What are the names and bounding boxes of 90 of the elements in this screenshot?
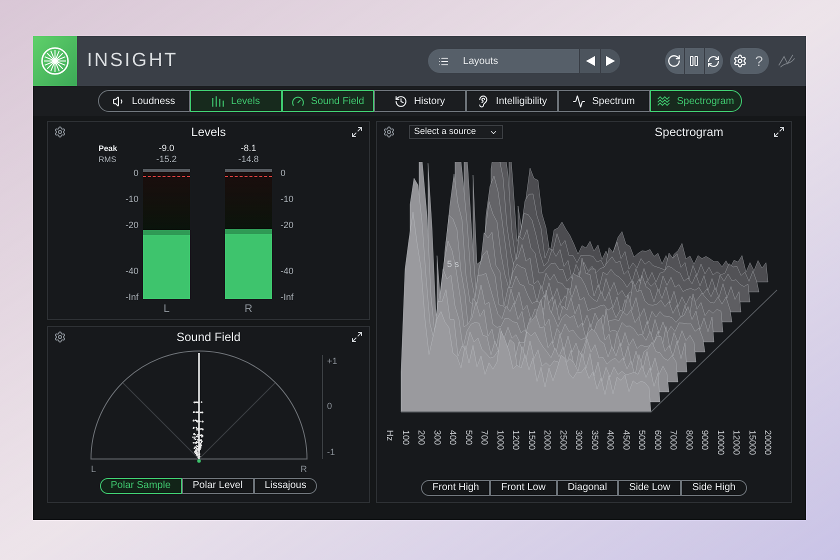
frequency-label: 700 <box>480 430 490 448</box>
frequency-label: 8000 <box>684 430 694 452</box>
scale-label: 0 <box>327 400 334 414</box>
view-mode-button[interactable]: Polar Level <box>182 478 254 494</box>
panel-title: Sound Field <box>175 329 242 346</box>
settings-icon[interactable] <box>54 331 66 343</box>
frequency-label: 20000 <box>763 430 773 458</box>
view-mode-button[interactable]: Lissajous <box>254 478 318 494</box>
rms-value: -15.2 <box>156 154 177 165</box>
frequency-label: 1000 <box>495 430 506 452</box>
view-mode-button[interactable]: Side Low <box>618 480 682 496</box>
scale-label: 0 <box>280 168 286 178</box>
peak-value: -8.1 <box>240 143 256 154</box>
frequency-label: 3000 <box>574 430 584 452</box>
pause-icon <box>688 55 700 67</box>
expand-icon[interactable] <box>351 126 363 138</box>
scale-label: -1 <box>327 446 336 458</box>
view-tab[interactable]: Sound Field <box>282 90 374 112</box>
previous-icon <box>586 56 595 66</box>
time-label: 5 s <box>447 258 460 271</box>
frequency-label: 200 <box>416 430 426 448</box>
view-tab[interactable]: Levels <box>190 90 282 112</box>
frequency-label: 300 <box>432 430 442 448</box>
frequency-label: 4000 <box>606 430 616 452</box>
frequency-label: 1200 <box>511 430 521 452</box>
settings-icon[interactable] <box>54 126 66 138</box>
bars-icon <box>211 94 226 108</box>
view-mode-button[interactable]: Side High <box>681 480 747 496</box>
frequency-label: 500 <box>464 430 474 448</box>
frequency-label: 400 <box>448 430 458 448</box>
frequency-label: 3500 <box>590 430 600 452</box>
frequency-label: 2000 <box>542 430 552 452</box>
waves-icon <box>656 94 671 108</box>
expand-icon[interactable] <box>773 126 785 138</box>
view-mode-button[interactable]: Polar Sample <box>100 478 182 494</box>
scale-label: -Inf <box>125 292 138 302</box>
gauge-icon <box>290 94 305 108</box>
channel-label: L <box>163 302 170 317</box>
rms-label: RMS <box>98 154 118 165</box>
frequency-label: 100 <box>400 430 411 448</box>
view-tab[interactable]: Loudness <box>98 90 190 112</box>
view-tab[interactable]: Spectrum <box>558 90 650 112</box>
loop-icon <box>667 54 682 68</box>
next-icon <box>606 56 615 66</box>
scale-label: -10 <box>280 194 294 204</box>
app-title: INSIGHT <box>86 48 178 73</box>
scale-label: -40 <box>125 266 138 276</box>
left-label: L <box>91 463 96 476</box>
frequency-label: 15000 <box>747 430 758 458</box>
frequency-label: 2500 <box>558 430 568 452</box>
right-label: R <box>300 463 307 476</box>
frequency-label: 5000 <box>637 430 647 452</box>
frequency-label: 9000 <box>700 430 710 452</box>
history-icon <box>394 94 408 108</box>
panel-title: Spectrogram <box>654 124 724 141</box>
list-icon <box>438 56 450 66</box>
settings-icon <box>732 54 747 68</box>
scale-label: 0 <box>133 168 138 178</box>
frequency-label: 7000 <box>668 430 678 452</box>
sync-icon <box>707 54 720 68</box>
frequency-label: 12000 <box>732 430 742 458</box>
panel-title: Levels <box>190 124 227 141</box>
expand-icon[interactable] <box>351 331 363 343</box>
waveform-icon <box>572 94 586 108</box>
settings-icon[interactable] <box>383 126 395 138</box>
view-tab[interactable]: Intelligibility <box>466 90 558 112</box>
frequency-label: 6000 <box>652 430 663 452</box>
scale-label: -10 <box>125 194 138 204</box>
view-mode-button[interactable]: Front High <box>421 480 490 496</box>
view-tab[interactable]: Spectrogram <box>650 90 742 112</box>
scale-label: -20 <box>280 220 294 230</box>
scale-label: -40 <box>280 266 294 276</box>
scale-label: +1 <box>327 355 338 368</box>
scale-label: -20 <box>125 220 138 230</box>
view-mode-button[interactable]: Front Low <box>490 480 557 496</box>
peak-value: -9.0 <box>158 143 174 154</box>
logo-icon <box>40 46 70 76</box>
frequency-label: 1500 <box>526 430 537 452</box>
frequency-label: Hz <box>385 430 395 443</box>
rms-value: -14.8 <box>238 154 259 165</box>
frequency-label: 10000 <box>716 430 726 458</box>
peak-label: Peak <box>98 143 118 154</box>
channel-label: R <box>244 302 252 317</box>
frequency-label: 4500 <box>621 430 632 452</box>
previous-button[interactable] <box>579 49 600 73</box>
source-select[interactable]: Select a source <box>409 125 503 139</box>
scale-label: -Inf <box>280 292 294 302</box>
view-tab[interactable]: History <box>374 90 466 112</box>
view-mode-button[interactable]: Diagonal <box>556 480 618 496</box>
next-button[interactable] <box>600 49 620 73</box>
